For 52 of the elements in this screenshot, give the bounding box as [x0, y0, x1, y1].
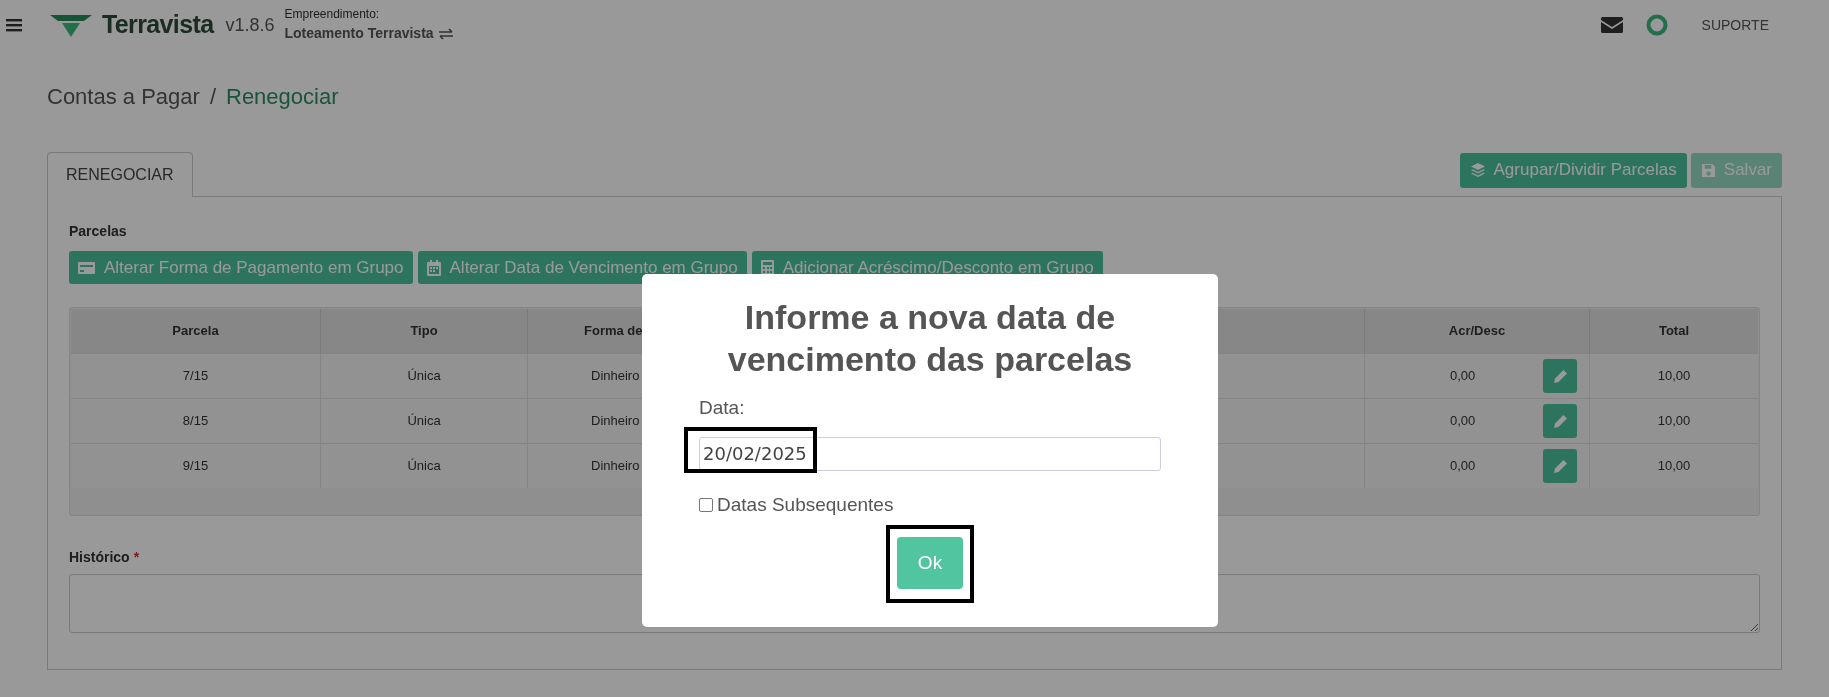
- table-cell-text: 10,00: [1657, 367, 1691, 386]
- menu-icon[interactable]: [6, 18, 22, 32]
- group-action-button[interactable]: Alterar Forma de Pagamento em Grupo: [69, 251, 413, 284]
- table-cell-text: 0,00: [1450, 367, 1476, 386]
- breadcrumb-item[interactable]: Contas a Pagar: [47, 80, 200, 113]
- column-header: Forma de: [584, 322, 643, 341]
- section-title: Parcelas: [69, 222, 128, 241]
- column-header: Parcela: [172, 322, 219, 341]
- table-cell-text: Dinheiro: [591, 457, 640, 476]
- project-name[interactable]: Loteamento Terravista: [284, 25, 434, 43]
- group-action-button[interactable]: Alterar Data de Vencimento em Grupo: [417, 251, 747, 284]
- pencil-icon: [1552, 458, 1568, 474]
- table-cell-text: Dinheiro: [591, 412, 640, 431]
- table-cell-text: 10,00: [1657, 457, 1691, 476]
- mail-icon[interactable]: [1600, 17, 1623, 33]
- required-mark: *: [133, 548, 140, 567]
- breadcrumb-item: Renegociar: [226, 83, 339, 111]
- table-cell-text: Única: [407, 412, 441, 431]
- pencil-icon: [1552, 368, 1568, 384]
- layers-icon: [1469, 162, 1486, 178]
- version-label: v1.8.6: [225, 13, 275, 37]
- credit-card-icon: [78, 260, 95, 275]
- field-label: Data:: [699, 396, 746, 420]
- table-cell-text: 0,00: [1450, 412, 1476, 431]
- date-field[interactable]: 20/02/2025: [699, 436, 1161, 471]
- swap-icon[interactable]: [437, 28, 454, 40]
- table-cell-text: 0,00: [1450, 457, 1476, 476]
- ok-button[interactable]: Ok: [897, 537, 963, 589]
- table-cell-text: 9/15: [182, 457, 209, 476]
- group-split-button[interactable]: Agrupar/Dividir Parcelas: [1459, 152, 1687, 188]
- table-cell-text: 8/15: [182, 412, 209, 431]
- column-header: Tipo: [410, 322, 438, 341]
- project-label: Empreendimento:: [284, 7, 381, 23]
- column-header: Acr/Desc: [1448, 322, 1506, 341]
- pencil-icon: [1552, 413, 1568, 429]
- tab[interactable]: RENEGOCIAR: [47, 152, 193, 197]
- table-cell-text: 10,00: [1657, 412, 1691, 431]
- field-label: Histórico: [69, 548, 130, 567]
- table-cell-text: Única: [407, 457, 441, 476]
- table-cell-text: Única: [407, 367, 441, 386]
- checkbox[interactable]: [699, 497, 713, 512]
- table-cell-text: Dinheiro: [591, 367, 640, 386]
- logo-icon: [50, 13, 92, 37]
- calendar-icon: [426, 259, 441, 276]
- support-link[interactable]: SUPORTE: [1701, 14, 1769, 36]
- dialog-title: Informe a nova data de vencimento das parcelas: [726, 297, 1134, 380]
- brand-name: Terravista: [102, 9, 214, 41]
- table-cell-text: 7/15: [182, 367, 209, 386]
- checkbox-label: Datas Subsequentes: [717, 492, 894, 517]
- breadcrumb-separator: /: [209, 83, 216, 111]
- column-header: Total: [1658, 322, 1690, 341]
- status-ring-icon: [1645, 14, 1668, 36]
